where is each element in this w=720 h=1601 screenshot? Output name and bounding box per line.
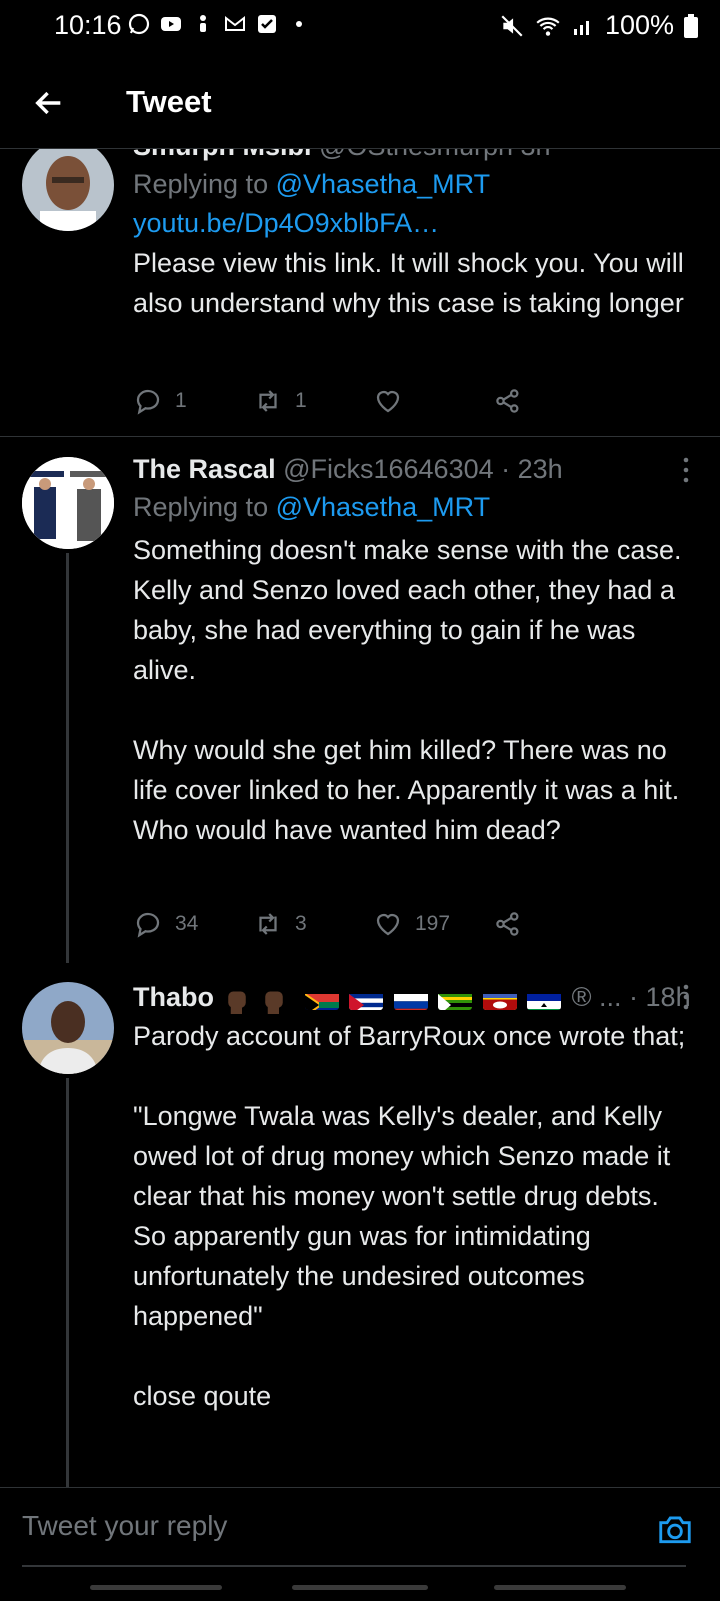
reply-prefix: Replying to: [133, 492, 269, 522]
retweet-button[interactable]: 3: [253, 909, 373, 939]
app-notification-icon: [191, 12, 215, 36]
page-title: Tweet: [126, 84, 212, 119]
retweet-count: 3: [295, 912, 307, 935]
retweet-count: 1: [295, 389, 307, 412]
avatar[interactable]: [22, 457, 114, 549]
tweet-text: Parody account of BarryRoux once wrote t…: [133, 1021, 686, 1411]
user-handle[interactable]: @Ficks16646304 · 23h: [283, 454, 563, 484]
back-arrow-icon[interactable]: [32, 86, 66, 120]
thread-line: [66, 1078, 69, 1487]
tweet-text: Please view this link. It will shock you…: [133, 248, 692, 318]
russia-flag-icon: [393, 988, 428, 1010]
whatsapp-icon: [127, 12, 151, 36]
share-button[interactable]: [493, 909, 613, 939]
battery-icon: [684, 13, 698, 38]
reply-prefix: Replying to: [133, 169, 269, 199]
tweet-item[interactable]: Thabo ® ... · 18h Parody account of Barr…: [0, 962, 720, 1487]
user-handle[interactable]: @OSthesmurph: [319, 149, 513, 161]
checkbox-icon: [255, 12, 279, 36]
notification-icons: [127, 12, 311, 36]
like-button[interactable]: 197: [373, 909, 493, 939]
tweet-actions: 1 1: [133, 386, 613, 416]
share-icon: [496, 389, 519, 413]
cuba-flag-icon: [349, 988, 384, 1010]
heart-icon: [376, 913, 400, 936]
tweet-item[interactable]: The Rascal @Ficks16646304 · 23h Replying…: [0, 437, 720, 963]
reply-icon: [136, 912, 160, 938]
heart-icon: [376, 390, 400, 413]
camera-icon[interactable]: [656, 1510, 694, 1548]
signal-icon: [573, 20, 589, 35]
reply-thread[interactable]: Smurph Msibi @OSthesmurph 3h Replying to…: [0, 149, 720, 1487]
retweet-icon: [259, 913, 277, 935]
system-icons: 100%: [499, 10, 698, 41]
nav-hint: [90, 1585, 222, 1590]
mention-link[interactable]: @Vhasetha_MRT: [276, 492, 491, 522]
mute-icon: [501, 14, 523, 37]
mention-link[interactable]: @Vhasetha_MRT: [276, 169, 491, 199]
like-button[interactable]: [373, 386, 493, 416]
raised-fist-emoji: [222, 984, 252, 1014]
reply-count: 34: [175, 912, 199, 935]
display-name[interactable]: Smurph Msibi: [133, 149, 312, 161]
like-count: 197: [415, 912, 451, 935]
reply-input[interactable]: Tweet your reply: [22, 1510, 227, 1542]
avatar[interactable]: [22, 149, 114, 231]
youtube-icon: [159, 12, 183, 36]
tweet-text: Something doesn't make sense with the ca…: [133, 535, 682, 845]
user-handle[interactable]: ® ... · 18h: [572, 982, 691, 1012]
replying-to: Replying to @Vhasetha_MRT: [133, 165, 694, 203]
thread-line: [66, 553, 69, 963]
tweet-header: Thabo ® ... · 18h: [133, 978, 694, 1016]
avatar[interactable]: [22, 982, 114, 1074]
share-icon: [496, 912, 519, 936]
gmail-icon: [223, 12, 247, 36]
app-bar: Tweet: [0, 52, 720, 149]
nav-hint: [494, 1585, 626, 1590]
lesotho-flag-icon: [527, 988, 562, 1010]
tweet-link[interactable]: youtu.be/Dp4O9xblbFA…: [133, 203, 694, 243]
retweet-button[interactable]: 1: [253, 386, 373, 416]
battery-percent: 100%: [604, 10, 674, 40]
input-underline: [22, 1565, 686, 1567]
tweet-actions: 34 3 197: [133, 909, 613, 939]
tweet-header: The Rascal @Ficks16646304 · 23h: [133, 450, 694, 488]
status-bar: 10:16 100%: [0, 0, 720, 52]
share-button[interactable]: [493, 386, 613, 416]
reply-icon: [136, 389, 160, 415]
display-name[interactable]: Thabo: [133, 982, 214, 1012]
raised-fist-emoji: [259, 984, 289, 1014]
status-time: 10:16: [54, 10, 122, 40]
dot-icon: [287, 12, 311, 36]
eswatini-flag-icon: [482, 988, 517, 1010]
reply-button[interactable]: 1: [133, 386, 253, 416]
reply-composer: Tweet your reply: [0, 1487, 720, 1601]
tweet-header: Smurph Msibi @OSthesmurph 3h: [133, 149, 694, 165]
nav-hint: [292, 1585, 428, 1590]
wifi-icon: [536, 17, 560, 36]
tweet-time: 3h: [521, 149, 551, 161]
retweet-icon: [259, 390, 277, 412]
replying-to: Replying to @Vhasetha_MRT: [133, 488, 694, 526]
south-africa-flag-icon: [304, 988, 339, 1010]
display-name[interactable]: The Rascal: [133, 454, 276, 484]
zimbabwe-flag-icon: [438, 988, 473, 1010]
tweet-item[interactable]: Smurph Msibi @OSthesmurph 3h Replying to…: [0, 149, 720, 437]
reply-count: 1: [175, 389, 187, 412]
reply-button[interactable]: 34: [133, 909, 253, 939]
